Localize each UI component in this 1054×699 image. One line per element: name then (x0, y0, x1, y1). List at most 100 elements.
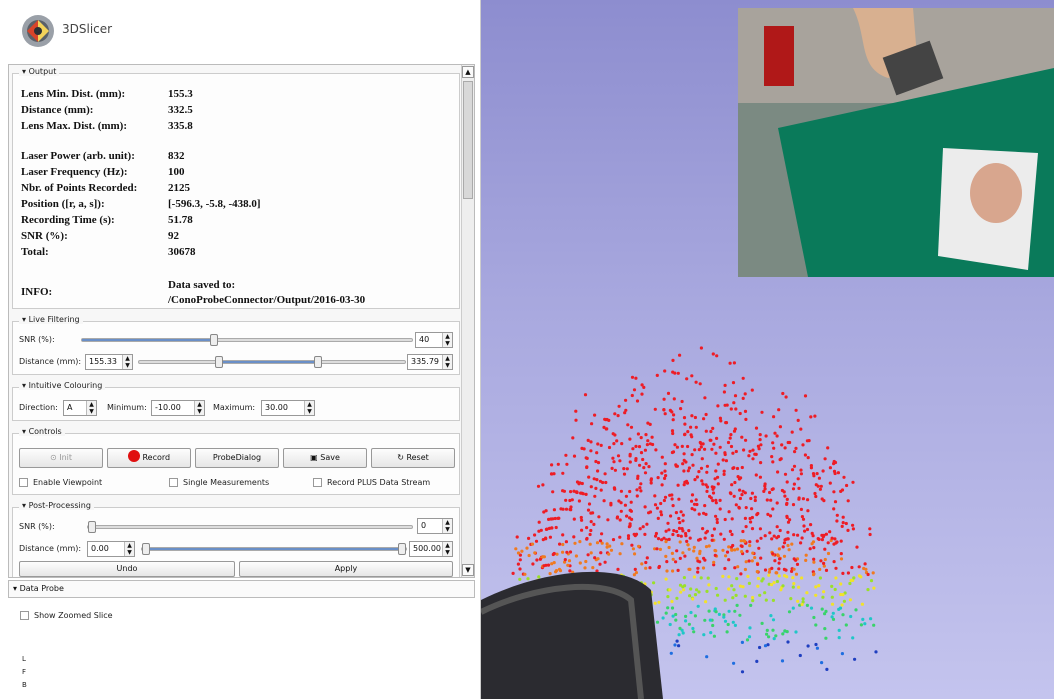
module-scroll-area[interactable]: ▾ Output Lens Min. Dist. (mm): 155.3 Dis… (8, 64, 475, 578)
pp-snr-slider[interactable] (87, 521, 413, 533)
apply-button[interactable]: Apply (239, 561, 453, 577)
spin-arrows-icon[interactable]: ▲ ▼ (442, 542, 452, 556)
probe-letter-l: L (22, 655, 26, 663)
spin-arrows-icon[interactable]: ▲ ▼ (124, 542, 134, 556)
single-measurements-checkbox[interactable] (169, 478, 178, 487)
cloud-point (622, 467, 626, 471)
cloud-point (754, 473, 758, 477)
cloud-point (740, 435, 744, 439)
data-probe-header[interactable]: ▾ Data Probe (8, 580, 475, 598)
probe-dialog-button[interactable]: ProbeDialog (195, 448, 279, 468)
cloud-point (739, 539, 743, 543)
cloud-point (676, 568, 680, 573)
cloud-point (705, 470, 709, 474)
cloud-point (723, 619, 728, 623)
minimum-spinbox[interactable]: -10.00 ▲ ▼ (151, 400, 205, 416)
cloud-point (755, 513, 759, 517)
pp-distance-max-handle[interactable] (398, 543, 406, 555)
spin-arrows-icon[interactable]: ▲ ▼ (86, 401, 96, 415)
cloud-point (832, 490, 836, 494)
pp-distance-min-handle[interactable] (142, 543, 150, 555)
cloud-point (599, 443, 603, 447)
cloud-point (789, 597, 793, 601)
cloud-point (785, 480, 789, 484)
cloud-point (830, 536, 834, 540)
cloud-point (641, 525, 645, 529)
cloud-point (518, 567, 522, 571)
vertical-scrollbar[interactable]: ▲ ▼ (461, 65, 474, 577)
cloud-point (561, 533, 565, 537)
cloud-point (674, 618, 678, 622)
distance-min-spinbox[interactable]: 155.33 ▲ ▼ (85, 354, 133, 370)
spin-arrows-icon[interactable]: ▲ ▼ (122, 355, 132, 369)
cloud-point (770, 583, 774, 587)
show-zoomed-slice-checkbox[interactable] (20, 611, 29, 620)
maximum-spinbox[interactable]: 30.00 ▲ ▼ (261, 400, 315, 416)
spin-arrows-icon[interactable]: ▲ ▼ (442, 519, 452, 533)
save-button[interactable]: ▣ Save (283, 448, 367, 468)
snr-slider-handle[interactable] (210, 334, 218, 346)
cloud-point (598, 562, 602, 566)
output-header[interactable]: ▾ Output (19, 67, 60, 76)
distance-range-slider[interactable] (138, 356, 406, 368)
output-value: 332.5 (168, 104, 193, 116)
live-filtering-header[interactable]: ▾ Live Filtering (19, 315, 83, 324)
cloud-point (784, 395, 788, 399)
spin-arrows-icon[interactable]: ▲ ▼ (442, 333, 452, 347)
cloud-point (740, 465, 744, 470)
spin-arrows-icon[interactable]: ▲ ▼ (442, 355, 452, 369)
cloud-point (814, 494, 818, 499)
cloud-point (835, 513, 839, 517)
scroll-up-icon[interactable]: ▲ (462, 66, 474, 78)
distance-max-handle[interactable] (314, 356, 322, 368)
cloud-point (541, 483, 545, 487)
cloud-point (853, 657, 857, 661)
cloud-point (684, 460, 688, 464)
spin-arrows-icon[interactable]: ▲ ▼ (304, 401, 314, 415)
cloud-point (778, 557, 782, 561)
cloud-point (780, 443, 784, 447)
cloud-point (671, 557, 675, 561)
record-button[interactable]: Record (107, 448, 191, 468)
cloud-point (589, 511, 593, 515)
pp-snr-label: SNR (%): (19, 522, 55, 531)
init-button[interactable]: ⊙ Init (19, 448, 103, 468)
snr-spinbox[interactable]: 40 ▲ ▼ (415, 332, 453, 348)
cloud-point (709, 496, 713, 500)
cloud-point (693, 614, 697, 618)
snr-slider[interactable] (81, 334, 413, 346)
cloud-point (821, 469, 825, 473)
cloud-point (769, 498, 773, 502)
distance-min-handle[interactable] (215, 356, 223, 368)
reset-button[interactable]: ↻ Reset (371, 448, 455, 468)
pp-distance-min-spinbox[interactable]: 0.00 ▲ ▼ (87, 541, 135, 557)
pp-distance-max-spinbox[interactable]: 500.00 ▲ ▼ (409, 541, 453, 557)
distance-max-spinbox[interactable]: 335.79 ▲ ▼ (407, 354, 453, 370)
play-circle-icon: ⊙ (49, 453, 60, 462)
pp-snr-handle[interactable] (88, 521, 96, 533)
enable-viewpoint-checkbox[interactable] (19, 478, 28, 487)
cloud-point (731, 543, 735, 548)
cloud-point (778, 528, 782, 533)
scrollbar-thumb[interactable] (463, 81, 473, 199)
direction-select[interactable]: A ▲ ▼ (63, 400, 97, 416)
spin-arrows-icon[interactable]: ▲ ▼ (194, 401, 204, 415)
cloud-point (618, 459, 622, 463)
cloud-point (611, 432, 615, 436)
undo-button[interactable]: Undo (19, 561, 235, 577)
intuitive-colouring-header[interactable]: ▾ Intuitive Colouring (19, 381, 106, 390)
pp-distance-range-slider[interactable] (141, 543, 407, 555)
cloud-point (629, 425, 634, 429)
3d-viewport[interactable] (481, 0, 1054, 699)
post-processing-header[interactable]: ▾ Post-Processing (19, 501, 94, 510)
scroll-down-icon[interactable]: ▼ (462, 564, 474, 576)
record-plus-checkbox[interactable] (313, 478, 322, 487)
pp-snr-spinbox[interactable]: 0 ▲ ▼ (417, 518, 453, 534)
cloud-point (755, 659, 759, 664)
cloud-point (527, 553, 531, 558)
cloud-point (556, 516, 560, 521)
cloud-point (710, 485, 714, 489)
controls-header[interactable]: ▾ Controls (19, 427, 65, 436)
maximum-label: Maximum: (213, 403, 256, 412)
undo-label: Undo (116, 564, 138, 573)
